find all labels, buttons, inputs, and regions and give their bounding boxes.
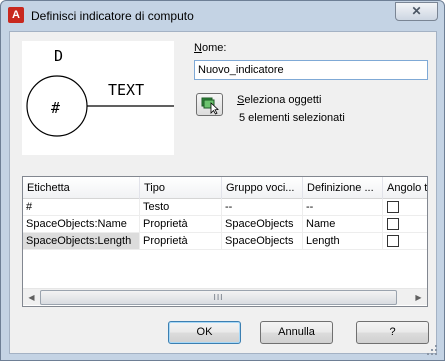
name-label: Nome: bbox=[194, 42, 226, 54]
name-input[interactable]: Nuovo_indicatore bbox=[194, 60, 428, 80]
scroll-right-arrow-icon[interactable]: ▶ bbox=[410, 289, 427, 306]
properties-grid[interactable]: Etichetta Tipo Gruppo voci... Definizion… bbox=[22, 176, 428, 307]
dialog-window: A Definisci indicatore di computo ✕ D # … bbox=[0, 0, 445, 361]
name-label-accel: N bbox=[194, 42, 202, 54]
scroll-thumb[interactable]: III bbox=[40, 290, 397, 305]
cell-label[interactable]: # bbox=[23, 199, 140, 216]
select-objects-label: Seleziona oggetti bbox=[237, 94, 321, 106]
close-button[interactable]: ✕ bbox=[395, 2, 438, 21]
dialog-title: Definisci indicatore di computo bbox=[31, 9, 194, 23]
title-bar[interactable]: A Definisci indicatore di computo ✕ bbox=[1, 1, 444, 31]
preview-top-label: D bbox=[54, 47, 63, 65]
cancel-button[interactable]: Annulla bbox=[260, 321, 333, 344]
column-header-type[interactable]: Tipo bbox=[140, 177, 222, 199]
cell-definition[interactable]: Name bbox=[303, 216, 383, 233]
angle-checkbox[interactable] bbox=[387, 201, 399, 213]
name-label-rest: ome: bbox=[201, 42, 227, 54]
resize-grip-icon[interactable] bbox=[426, 344, 438, 356]
cell-group[interactable]: SpaceObjects bbox=[222, 233, 303, 250]
horizontal-scrollbar[interactable]: ◀ III ▶ bbox=[23, 288, 427, 305]
preview-center-label: # bbox=[51, 99, 60, 117]
preview-side-label: TEXT bbox=[108, 81, 144, 99]
grid-header: Etichetta Tipo Gruppo voci... Definizion… bbox=[23, 177, 427, 199]
cell-angle bbox=[383, 216, 427, 233]
column-header-angle[interactable]: Angolo t bbox=[383, 177, 427, 199]
cell-group[interactable]: -- bbox=[222, 199, 303, 216]
grid-row[interactable]: SpaceObjects:Name Proprietà SpaceObjects… bbox=[23, 216, 427, 233]
select-objects-button[interactable] bbox=[196, 93, 223, 116]
column-header-group[interactable]: Gruppo voci... bbox=[222, 177, 303, 199]
column-header-definition[interactable]: Definizione ... bbox=[303, 177, 383, 199]
angle-checkbox[interactable] bbox=[387, 235, 399, 247]
grid-row[interactable]: # Testo -- -- bbox=[23, 199, 427, 216]
scroll-left-arrow-icon[interactable]: ◀ bbox=[23, 289, 40, 306]
cell-group[interactable]: SpaceObjects bbox=[222, 216, 303, 233]
grid-row[interactable]: SpaceObjects:Length Proprietà SpaceObjec… bbox=[23, 233, 427, 250]
select-objects-label-rest: eleziona oggetti bbox=[244, 94, 322, 106]
cell-angle bbox=[383, 199, 427, 216]
autocad-app-icon: A bbox=[8, 7, 24, 23]
select-objects-icon bbox=[201, 97, 219, 115]
cell-definition[interactable]: Length bbox=[303, 233, 383, 250]
help-button[interactable]: ? bbox=[356, 321, 429, 344]
cell-type[interactable]: Testo bbox=[140, 199, 222, 216]
indicator-preview: D # TEXT bbox=[22, 41, 174, 155]
cell-label[interactable]: SpaceObjects:Length bbox=[23, 233, 140, 250]
cell-angle bbox=[383, 233, 427, 250]
cell-type[interactable]: Proprietà bbox=[140, 233, 222, 250]
indicator-preview-drawing: D # TEXT bbox=[26, 47, 174, 137]
selected-count-label: 5 elementi selezionati bbox=[239, 112, 345, 124]
dialog-client-area: D # TEXT Nome: Nuovo_indicatore Selezion… bbox=[9, 31, 437, 354]
cell-definition[interactable]: -- bbox=[303, 199, 383, 216]
cell-label[interactable]: SpaceObjects:Name bbox=[23, 216, 140, 233]
column-header-label[interactable]: Etichetta bbox=[23, 177, 140, 199]
angle-checkbox[interactable] bbox=[387, 218, 399, 230]
ok-button[interactable]: OK bbox=[168, 321, 241, 344]
cell-type[interactable]: Proprietà bbox=[140, 216, 222, 233]
